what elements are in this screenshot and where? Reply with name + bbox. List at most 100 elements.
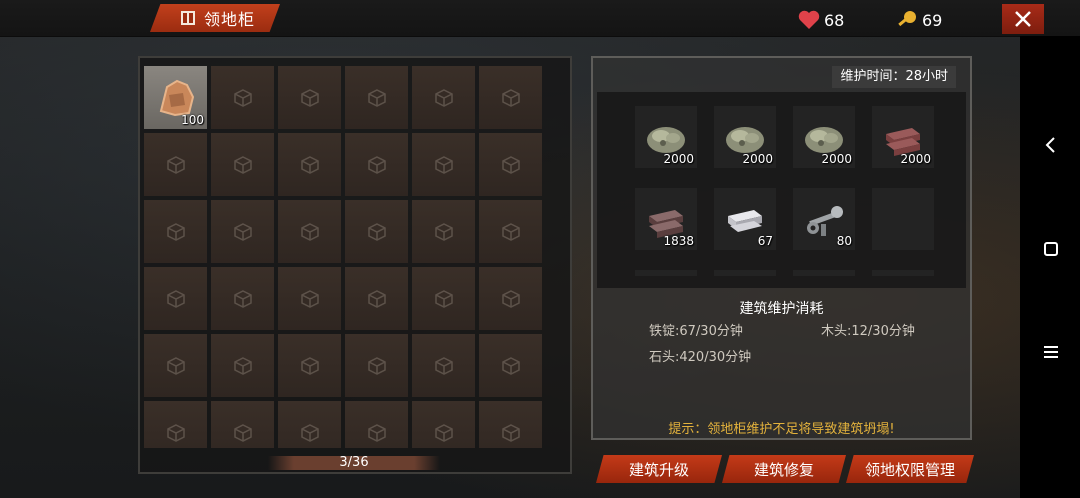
inventory-slot[interactable]	[211, 267, 274, 330]
inventory-slot[interactable]	[345, 401, 408, 448]
empty-box-icon	[233, 356, 252, 375]
inventory-slot[interactable]	[278, 267, 341, 330]
item-quantity: 1838	[663, 234, 694, 248]
empty-box-icon	[434, 356, 453, 375]
maintenance-slot[interactable]: 2000	[635, 106, 697, 168]
hearts-value: 68	[824, 10, 845, 30]
iron-rate: 铁锭:67/30分钟	[649, 324, 743, 339]
page-title: 领地柜	[204, 10, 256, 29]
maintenance-tip: 提示：领地柜维护不足将导致建筑坍塌!	[668, 422, 895, 437]
empty-box-icon	[233, 88, 252, 107]
inventory-slot[interactable]	[479, 401, 542, 448]
inventory-slot[interactable]	[412, 200, 475, 263]
empty-box-icon	[300, 222, 319, 241]
keys-value: 69	[922, 10, 943, 30]
empty-box-icon	[367, 222, 386, 241]
heart-icon	[798, 10, 820, 29]
empty-box-icon	[166, 222, 185, 241]
maintenance-panel: 维护时间：28小时 2000 2000 2000 2000 1838 67 80 建筑维护消…	[591, 56, 972, 440]
back-icon	[1045, 137, 1055, 153]
home-button[interactable]	[1038, 236, 1064, 262]
inventory-slot[interactable]	[144, 401, 207, 448]
inventory-slot[interactable]	[278, 200, 341, 263]
inventory-slot[interactable]	[345, 200, 408, 263]
maintenance-slot	[635, 270, 697, 276]
cabinet-icon	[181, 11, 195, 25]
inventory-slot[interactable]	[278, 66, 341, 129]
inventory-slot[interactable]	[412, 66, 475, 129]
inventory-slot[interactable]	[345, 267, 408, 330]
empty-box-icon	[166, 155, 185, 174]
empty-box-icon	[434, 423, 453, 442]
menu-icon	[1044, 346, 1058, 358]
item-quantity: 80	[836, 234, 852, 248]
maintenance-items: 2000 2000 2000 2000 1838 67 80	[597, 92, 966, 288]
empty-box-icon	[501, 423, 520, 442]
inventory-slot[interactable]	[278, 133, 341, 196]
inventory-slot[interactable]	[211, 401, 274, 448]
empty-box-icon	[434, 155, 453, 174]
territory-permission-button[interactable]: 领地权限管理	[846, 455, 974, 483]
back-button[interactable]	[1038, 132, 1064, 158]
inventory-slot[interactable]	[412, 401, 475, 448]
key-icon	[898, 11, 916, 27]
menu-button[interactable]	[1038, 339, 1064, 365]
inventory-slot[interactable]	[211, 334, 274, 397]
item-quantity: 67	[757, 234, 773, 248]
empty-box-icon	[166, 423, 185, 442]
maintenance-slot[interactable]: 2000	[872, 106, 934, 168]
maintenance-slot[interactable]: 80	[793, 188, 855, 250]
empty-box-icon	[434, 289, 453, 308]
empty-box-icon	[233, 222, 252, 241]
inventory-slot[interactable]	[278, 334, 341, 397]
empty-box-icon	[434, 88, 453, 107]
inventory-slot[interactable]	[412, 334, 475, 397]
empty-box-icon	[233, 155, 252, 174]
maintenance-slot[interactable]: 67	[714, 188, 776, 250]
upgrade-building-button[interactable]: 建筑升级	[596, 455, 722, 483]
empty-box-icon	[166, 356, 185, 375]
maintenance-slot[interactable]: 2000	[793, 106, 855, 168]
inventory-slot[interactable]	[345, 334, 408, 397]
item-quantity: 2000	[821, 152, 852, 166]
empty-box-icon	[367, 155, 386, 174]
empty-box-icon	[300, 88, 319, 107]
inventory-slot[interactable]	[412, 267, 475, 330]
inventory-slot[interactable]	[144, 200, 207, 263]
inventory-slot[interactable]	[479, 200, 542, 263]
empty-box-icon	[233, 289, 252, 308]
maintenance-heading: 建筑维护消耗	[739, 301, 824, 317]
repair-building-button[interactable]: 建筑修复	[722, 455, 846, 483]
inventory-grid: 100	[144, 66, 544, 448]
close-button[interactable]	[1002, 4, 1044, 34]
inventory-slot[interactable]	[479, 267, 542, 330]
maintenance-slot[interactable]	[872, 188, 934, 250]
empty-box-icon	[300, 289, 319, 308]
inventory-slot[interactable]	[144, 133, 207, 196]
hearts-stat: 68	[798, 10, 844, 30]
inventory-slot[interactable]	[479, 66, 542, 129]
maintenance-slot[interactable]: 1838	[635, 188, 697, 250]
empty-box-icon	[300, 356, 319, 375]
empty-box-icon	[166, 289, 185, 308]
maintenance-slot[interactable]: 2000	[714, 106, 776, 168]
item-quantity: 100	[181, 113, 204, 127]
inventory-slot[interactable]	[479, 133, 542, 196]
inventory-slot[interactable]	[278, 401, 341, 448]
empty-box-icon	[501, 155, 520, 174]
inventory-slot[interactable]	[345, 133, 408, 196]
item-quantity: 2000	[742, 152, 773, 166]
inventory-slot[interactable]	[211, 133, 274, 196]
inventory-slot[interactable]	[412, 133, 475, 196]
item-quantity: 2000	[663, 152, 694, 166]
stone-rate: 石头:420/30分钟	[649, 350, 752, 365]
inventory-slot[interactable]	[479, 334, 542, 397]
inventory-slot[interactable]	[144, 334, 207, 397]
inventory-slot[interactable]: 100	[144, 66, 207, 129]
inventory-slot[interactable]	[144, 267, 207, 330]
inventory-slot[interactable]	[211, 66, 274, 129]
inventory-slot[interactable]	[345, 66, 408, 129]
inventory-slot[interactable]	[211, 200, 274, 263]
top-bar: 领地柜 68 69	[0, 0, 1080, 37]
system-nav	[1020, 36, 1080, 498]
